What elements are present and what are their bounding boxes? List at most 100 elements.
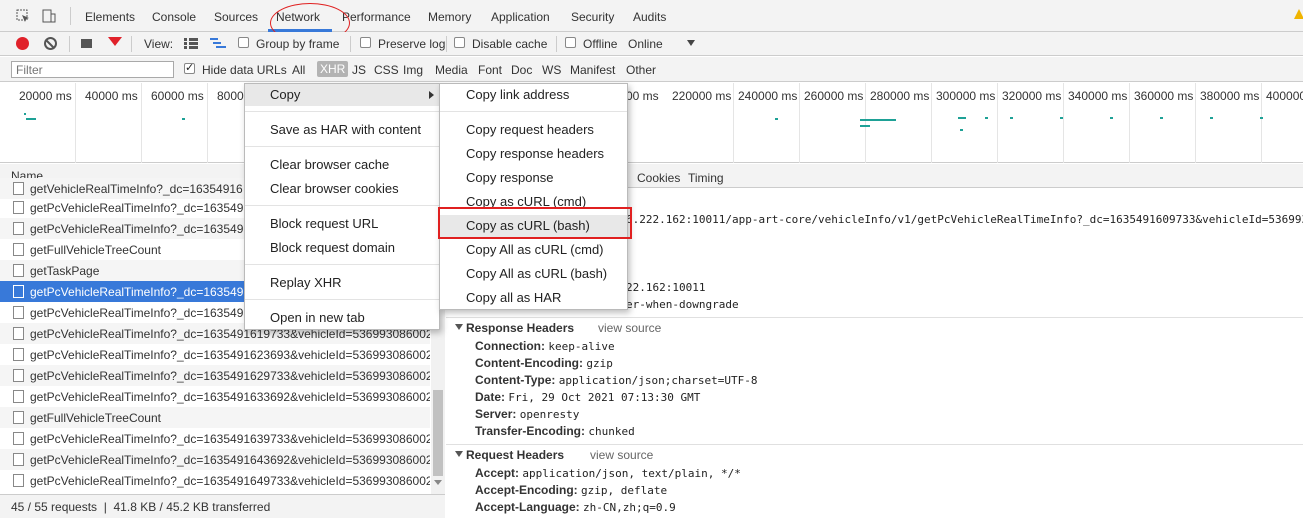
tab-audits[interactable]: Audits <box>633 10 666 24</box>
header-value: keep-alive <box>548 340 615 353</box>
overview-request-bar <box>26 118 36 120</box>
request-view-source-link[interactable]: view source <box>590 448 653 462</box>
document-icon <box>13 222 24 235</box>
tab-console[interactable]: Console <box>152 10 196 24</box>
tab-cookies[interactable]: Cookies <box>637 171 680 185</box>
request-row[interactable]: getFullVehicleTreeCount <box>0 407 430 428</box>
menu-item-copy-request-headers[interactable]: Copy request headers <box>440 119 627 141</box>
toolbar-divider-5 <box>556 36 557 52</box>
chevron-down-icon[interactable] <box>687 40 695 46</box>
menu-item-copy-link-address[interactable]: Copy link address <box>440 84 627 106</box>
tab-application[interactable]: Application <box>491 10 550 24</box>
menu-item-copy[interactable]: Copy <box>245 84 439 106</box>
inspect-element-icon[interactable] <box>16 9 30 23</box>
menu-item-copy-all-curl-bash[interactable]: Copy All as cURL (bash) <box>440 263 627 285</box>
tab-memory[interactable]: Memory <box>428 10 471 24</box>
toolbar-divider-3 <box>350 36 351 52</box>
tab-performance[interactable]: Performance <box>342 10 411 24</box>
tab-sources[interactable]: Sources <box>214 10 258 24</box>
menu-item-block-url[interactable]: Block request URL <box>245 213 439 235</box>
filter-type-js[interactable]: JS <box>352 63 366 77</box>
device-toolbar-icon[interactable] <box>42 9 56 23</box>
menu-item-block-domain[interactable]: Block request domain <box>245 237 439 259</box>
document-icon <box>13 369 24 382</box>
document-icon <box>13 264 24 277</box>
request-name: getPcVehicleRealTimeInfo?_dc=16354916336… <box>30 390 430 404</box>
filter-type-media[interactable]: Media <box>435 63 468 77</box>
request-name: getPcVehicleRealTimeInfo?_dc=16354916297… <box>30 369 430 383</box>
disable-cache-checkbox[interactable] <box>454 37 465 48</box>
menu-item-label: Replay XHR <box>270 275 342 290</box>
menu-item-replay-xhr[interactable]: Replay XHR <box>245 272 439 294</box>
request-url-value: 6.222.162:10011/app-art-core/vehicleInfo… <box>626 213 1303 226</box>
expand-triangle-icon[interactable] <box>455 324 463 330</box>
request-headers-title[interactable]: Request Headers <box>466 448 564 462</box>
menu-item-label: Copy response <box>466 170 554 185</box>
request-row[interactable]: getPcVehicleRealTimeInfo?_dc=16354916236… <box>0 344 430 365</box>
filter-type-img[interactable]: Img <box>403 63 423 77</box>
menu-item-copy-all-har[interactable]: Copy all as HAR <box>440 287 627 309</box>
throttling-select[interactable]: Online <box>628 37 663 51</box>
overview-request-bar <box>958 117 966 119</box>
menu-item-copy-response-headers[interactable]: Copy response headers <box>440 143 627 165</box>
filter-type-all[interactable]: All <box>292 63 305 77</box>
offline-checkbox[interactable] <box>565 37 576 48</box>
overview-request-bar <box>24 113 26 115</box>
menu-item-label: Block request URL <box>270 216 379 231</box>
large-rows-icon[interactable] <box>184 38 198 49</box>
overview-tick-label: 320000 ms <box>1002 89 1062 103</box>
menu-item-save-har[interactable]: Save as HAR with content <box>245 119 439 141</box>
request-row[interactable]: getPcVehicleRealTimeInfo?_dc=16354916497… <box>0 470 430 491</box>
clear-icon[interactable] <box>44 37 57 50</box>
menu-item-open-new-tab[interactable]: Open in new tab <box>245 307 439 329</box>
tab-elements[interactable]: Elements <box>85 10 135 24</box>
filter-type-other[interactable]: Other <box>626 63 656 77</box>
menu-item-copy-all-curl-cmd[interactable]: Copy All as cURL (cmd) <box>440 239 627 261</box>
filter-type-manifest[interactable]: Manifest <box>570 63 615 77</box>
menu-item-clear-cache[interactable]: Clear browser cache <box>245 154 439 176</box>
request-row[interactable]: getPcVehicleRealTimeInfo?_dc=16354916436… <box>0 449 430 470</box>
overview-request-bar <box>1010 117 1013 119</box>
overview-gridline <box>1063 83 1064 163</box>
waterfall-overview-icon[interactable] <box>210 38 226 49</box>
request-name: getPcVehicleRealTimeInfo?_dc=16354916 <box>30 222 257 236</box>
timeline-overview[interactable]: 20000 ms 40000 ms 60000 ms 8000 00 ms 22… <box>0 83 1303 163</box>
scrollbar-thumb[interactable] <box>433 390 443 476</box>
scroll-down-arrow-icon[interactable] <box>434 480 442 485</box>
submenu-arrow-icon <box>429 91 434 99</box>
response-view-source-link[interactable]: view source <box>598 321 661 335</box>
network-toolbar: View: Group by frame Preserve log Disabl… <box>0 32 1303 56</box>
response-headers-title[interactable]: Response Headers <box>466 321 574 335</box>
overview-tick-label: 240000 ms <box>738 89 798 103</box>
group-by-frame-checkbox[interactable] <box>238 37 249 48</box>
menu-item-clear-cookies[interactable]: Clear browser cookies <box>245 178 439 200</box>
preserve-log-checkbox[interactable] <box>360 37 371 48</box>
tab-timing[interactable]: Timing <box>688 171 724 185</box>
request-row[interactable]: getPcVehicleRealTimeInfo?_dc=16354916336… <box>0 386 430 407</box>
overview-tick-label: 220000 ms <box>672 89 732 103</box>
warning-icon[interactable] <box>1294 9 1303 19</box>
header-value: zh-CN,zh;q=0.9 <box>583 501 676 514</box>
expand-triangle-icon[interactable] <box>455 451 463 457</box>
tab-security[interactable]: Security <box>571 10 614 24</box>
menu-item-copy-response[interactable]: Copy response <box>440 167 627 189</box>
filter-type-doc[interactable]: Doc <box>511 63 532 77</box>
request-row[interactable]: getPcVehicleRealTimeInfo?_dc=16354916397… <box>0 428 430 449</box>
overview-gridline <box>1261 83 1262 163</box>
screenshot-camera-icon[interactable] <box>81 39 92 48</box>
filter-type-font[interactable]: Font <box>478 63 502 77</box>
filter-funnel-icon[interactable] <box>108 37 122 46</box>
filter-type-xhr[interactable]: XHR <box>317 61 349 77</box>
hide-data-urls-checkbox[interactable] <box>184 61 195 74</box>
filter-input[interactable] <box>11 61 174 78</box>
document-icon <box>13 474 24 487</box>
overview-tick-label: 20000 ms <box>19 89 72 103</box>
header-value: gzip, deflate <box>581 484 668 497</box>
filter-type-ws[interactable]: WS <box>542 63 561 77</box>
record-icon[interactable] <box>16 37 29 50</box>
filter-type-css[interactable]: CSS <box>374 63 399 77</box>
request-row[interactable]: getPcVehicleRealTimeInfo?_dc=16354916297… <box>0 365 430 386</box>
header-value: openresty <box>519 408 580 421</box>
group-by-frame-label: Group by frame <box>256 37 340 51</box>
overview-gridline <box>997 83 998 163</box>
